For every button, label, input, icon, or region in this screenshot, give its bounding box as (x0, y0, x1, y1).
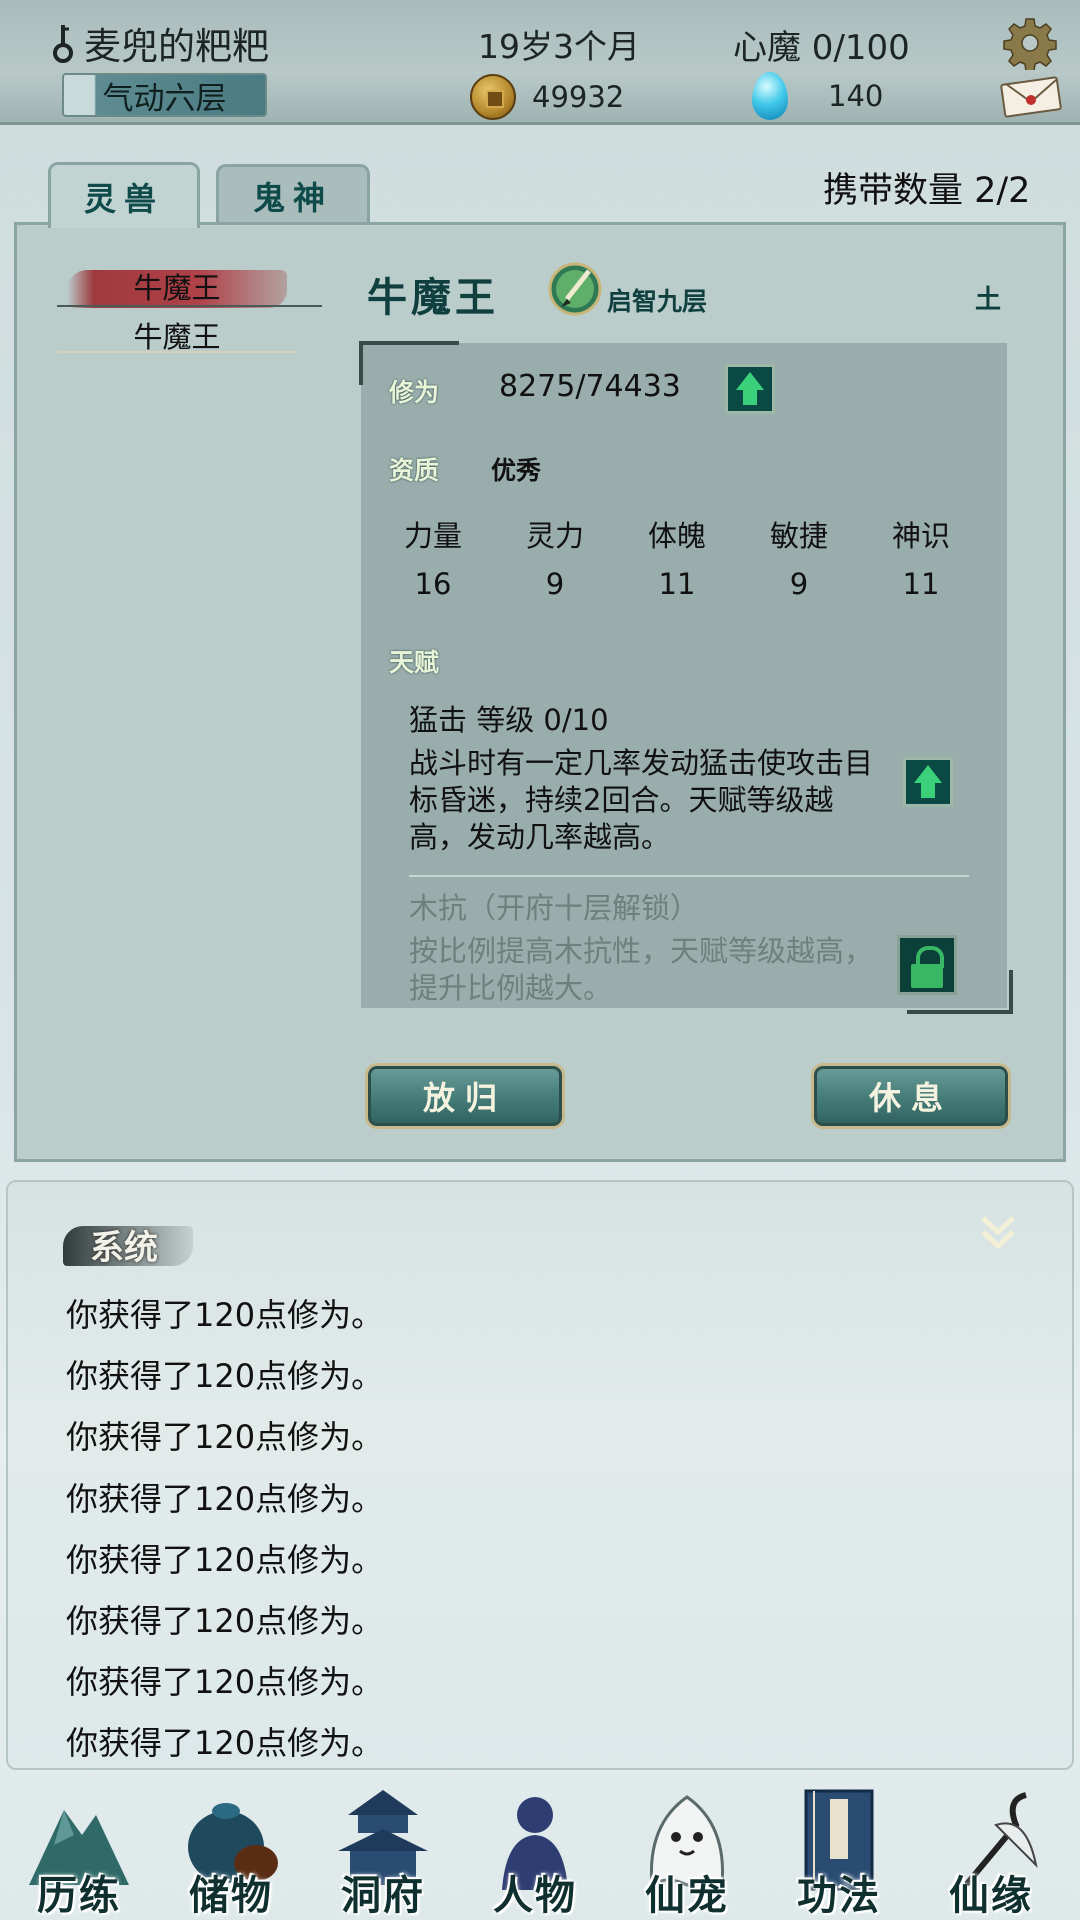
cultivation-value: 8275/74433 (499, 369, 681, 404)
gem-counter: 140 (752, 72, 883, 120)
nav-label: 历练 (37, 1872, 121, 1919)
pet-name: 牛魔王 (367, 274, 499, 321)
chevron-down-icon[interactable] (975, 1210, 1021, 1256)
stat-name: 灵力 (525, 519, 584, 553)
stat-name: 神识 (891, 519, 950, 553)
nav-skills[interactable]: 功法 (764, 1775, 914, 1920)
mail-icon[interactable] (1000, 76, 1062, 118)
talent-title: 猛击 等级 0/10 (409, 703, 609, 737)
cultivation-upgrade-button[interactable] (725, 364, 775, 414)
nav-label: 仙缘 (949, 1872, 1033, 1919)
nav-storage[interactable]: 储物 (156, 1775, 306, 1920)
stat-value: 11 (902, 567, 940, 601)
bottom-nav: 历练 储物 洞府 人物 仙宠 功法 仙缘 (0, 1775, 1080, 1920)
key-icon (53, 25, 73, 63)
tab-ghost-god[interactable]: 鬼神 (216, 164, 370, 224)
talent-description: 战斗时有一定几率发动猛击使攻击目标昏迷，持续2回合。天赋等级越高，发动几率越高。 (409, 746, 874, 854)
nav-label: 仙宠 (645, 1872, 729, 1919)
gem-value: 140 (828, 79, 884, 113)
tab-spirit-beast[interactable]: 灵兽 (48, 162, 200, 228)
rename-brush-icon[interactable] (547, 261, 603, 317)
divider (409, 875, 969, 877)
log-line: 你获得了120点修为。 (66, 1602, 384, 1640)
nav-label: 人物 (493, 1872, 577, 1919)
lock-icon (897, 935, 957, 995)
coin-counter: 49932 (470, 74, 624, 120)
stat-name: 敏捷 (769, 519, 828, 553)
stat-name: 体魄 (647, 519, 706, 553)
pet-list-label: 牛魔王 (133, 320, 221, 354)
player-name: 麦兜的粑粑 (84, 25, 269, 68)
nav-cave[interactable]: 洞府 (308, 1775, 458, 1920)
player-name-area[interactable]: 麦兜的粑粑 (50, 18, 269, 68)
realm-badge: 气动六层 (62, 73, 267, 117)
log-line: 你获得了120点修为。 (66, 1480, 384, 1518)
system-log[interactable]: 系统 你获得了120点修为。 你获得了120点修为。 你获得了120点修为。 你… (6, 1180, 1074, 1770)
aptitude-value: 优秀 (491, 456, 542, 485)
pet-element: 土 (975, 285, 1002, 315)
stat-value: 9 (789, 567, 809, 601)
log-line: 你获得了120点修为。 (66, 1724, 384, 1762)
nav-training[interactable]: 历练 (4, 1775, 154, 1920)
aptitude-label: 资质 (389, 456, 440, 485)
nav-label: 洞府 (341, 1872, 425, 1919)
stat-name: 力量 (403, 519, 462, 553)
talent-label: 天赋 (389, 648, 440, 677)
log-line: 你获得了120点修为。 (66, 1357, 384, 1395)
nav-pet[interactable]: 仙宠 (612, 1775, 762, 1920)
log-line: 你获得了120点修为。 (66, 1418, 384, 1456)
talent-upgrade-button[interactable] (903, 757, 953, 807)
stat-value: 16 (414, 567, 452, 601)
coin-value: 49932 (532, 80, 625, 114)
spirit-stone-icon (752, 72, 788, 120)
nav-label: 功法 (797, 1872, 881, 1919)
pet-detail-box: 修为 8275/74433 资质 优秀 力量 灵力 体魄 敏捷 神识 16 9 … (359, 341, 1013, 1014)
pet-list-label: 牛魔王 (133, 271, 221, 305)
heart-demon-text: 心魔 0/100 (733, 28, 910, 68)
top-status-bar: 麦兜的粑粑 气动六层 19岁3个月 心魔 0/100 49932 140 (0, 0, 1080, 125)
divider (57, 351, 297, 353)
nav-fate[interactable]: 仙缘 (916, 1775, 1066, 1920)
stat-value: 9 (545, 567, 565, 601)
nav-label: 储物 (189, 1872, 273, 1919)
age-text: 19岁3个月 (478, 27, 640, 66)
log-title: 系统 (90, 1228, 158, 1268)
talent-description-locked: 按比例提高木抗性，天赋等级越高，提升比例越大。 (409, 934, 874, 1005)
release-button[interactable]: 放归 (365, 1063, 565, 1129)
coin-icon (470, 74, 516, 120)
talent-title-locked: 木抗（开府十层解锁） (409, 891, 700, 925)
pet-stage: 启智九层 (607, 287, 708, 316)
log-line: 你获得了120点修为。 (66, 1296, 384, 1334)
log-line: 你获得了120点修为。 (66, 1663, 384, 1701)
realm-label: 气动六层 (102, 80, 227, 117)
nav-character[interactable]: 人物 (460, 1775, 610, 1920)
log-line: 你获得了120点修为。 (66, 1541, 384, 1579)
carry-count: 携带数量 2/2 (823, 171, 1031, 211)
stat-value: 11 (658, 567, 696, 601)
gear-icon[interactable] (1003, 16, 1057, 70)
pet-list-item[interactable]: 牛魔王 (57, 307, 297, 367)
rest-button[interactable]: 休息 (811, 1063, 1011, 1129)
pet-panel: 牛魔王 牛魔王 牛魔王 启智九层 土 修为 8275/74433 资质 优秀 力… (14, 222, 1066, 1162)
cultivation-label: 修为 (389, 378, 440, 407)
